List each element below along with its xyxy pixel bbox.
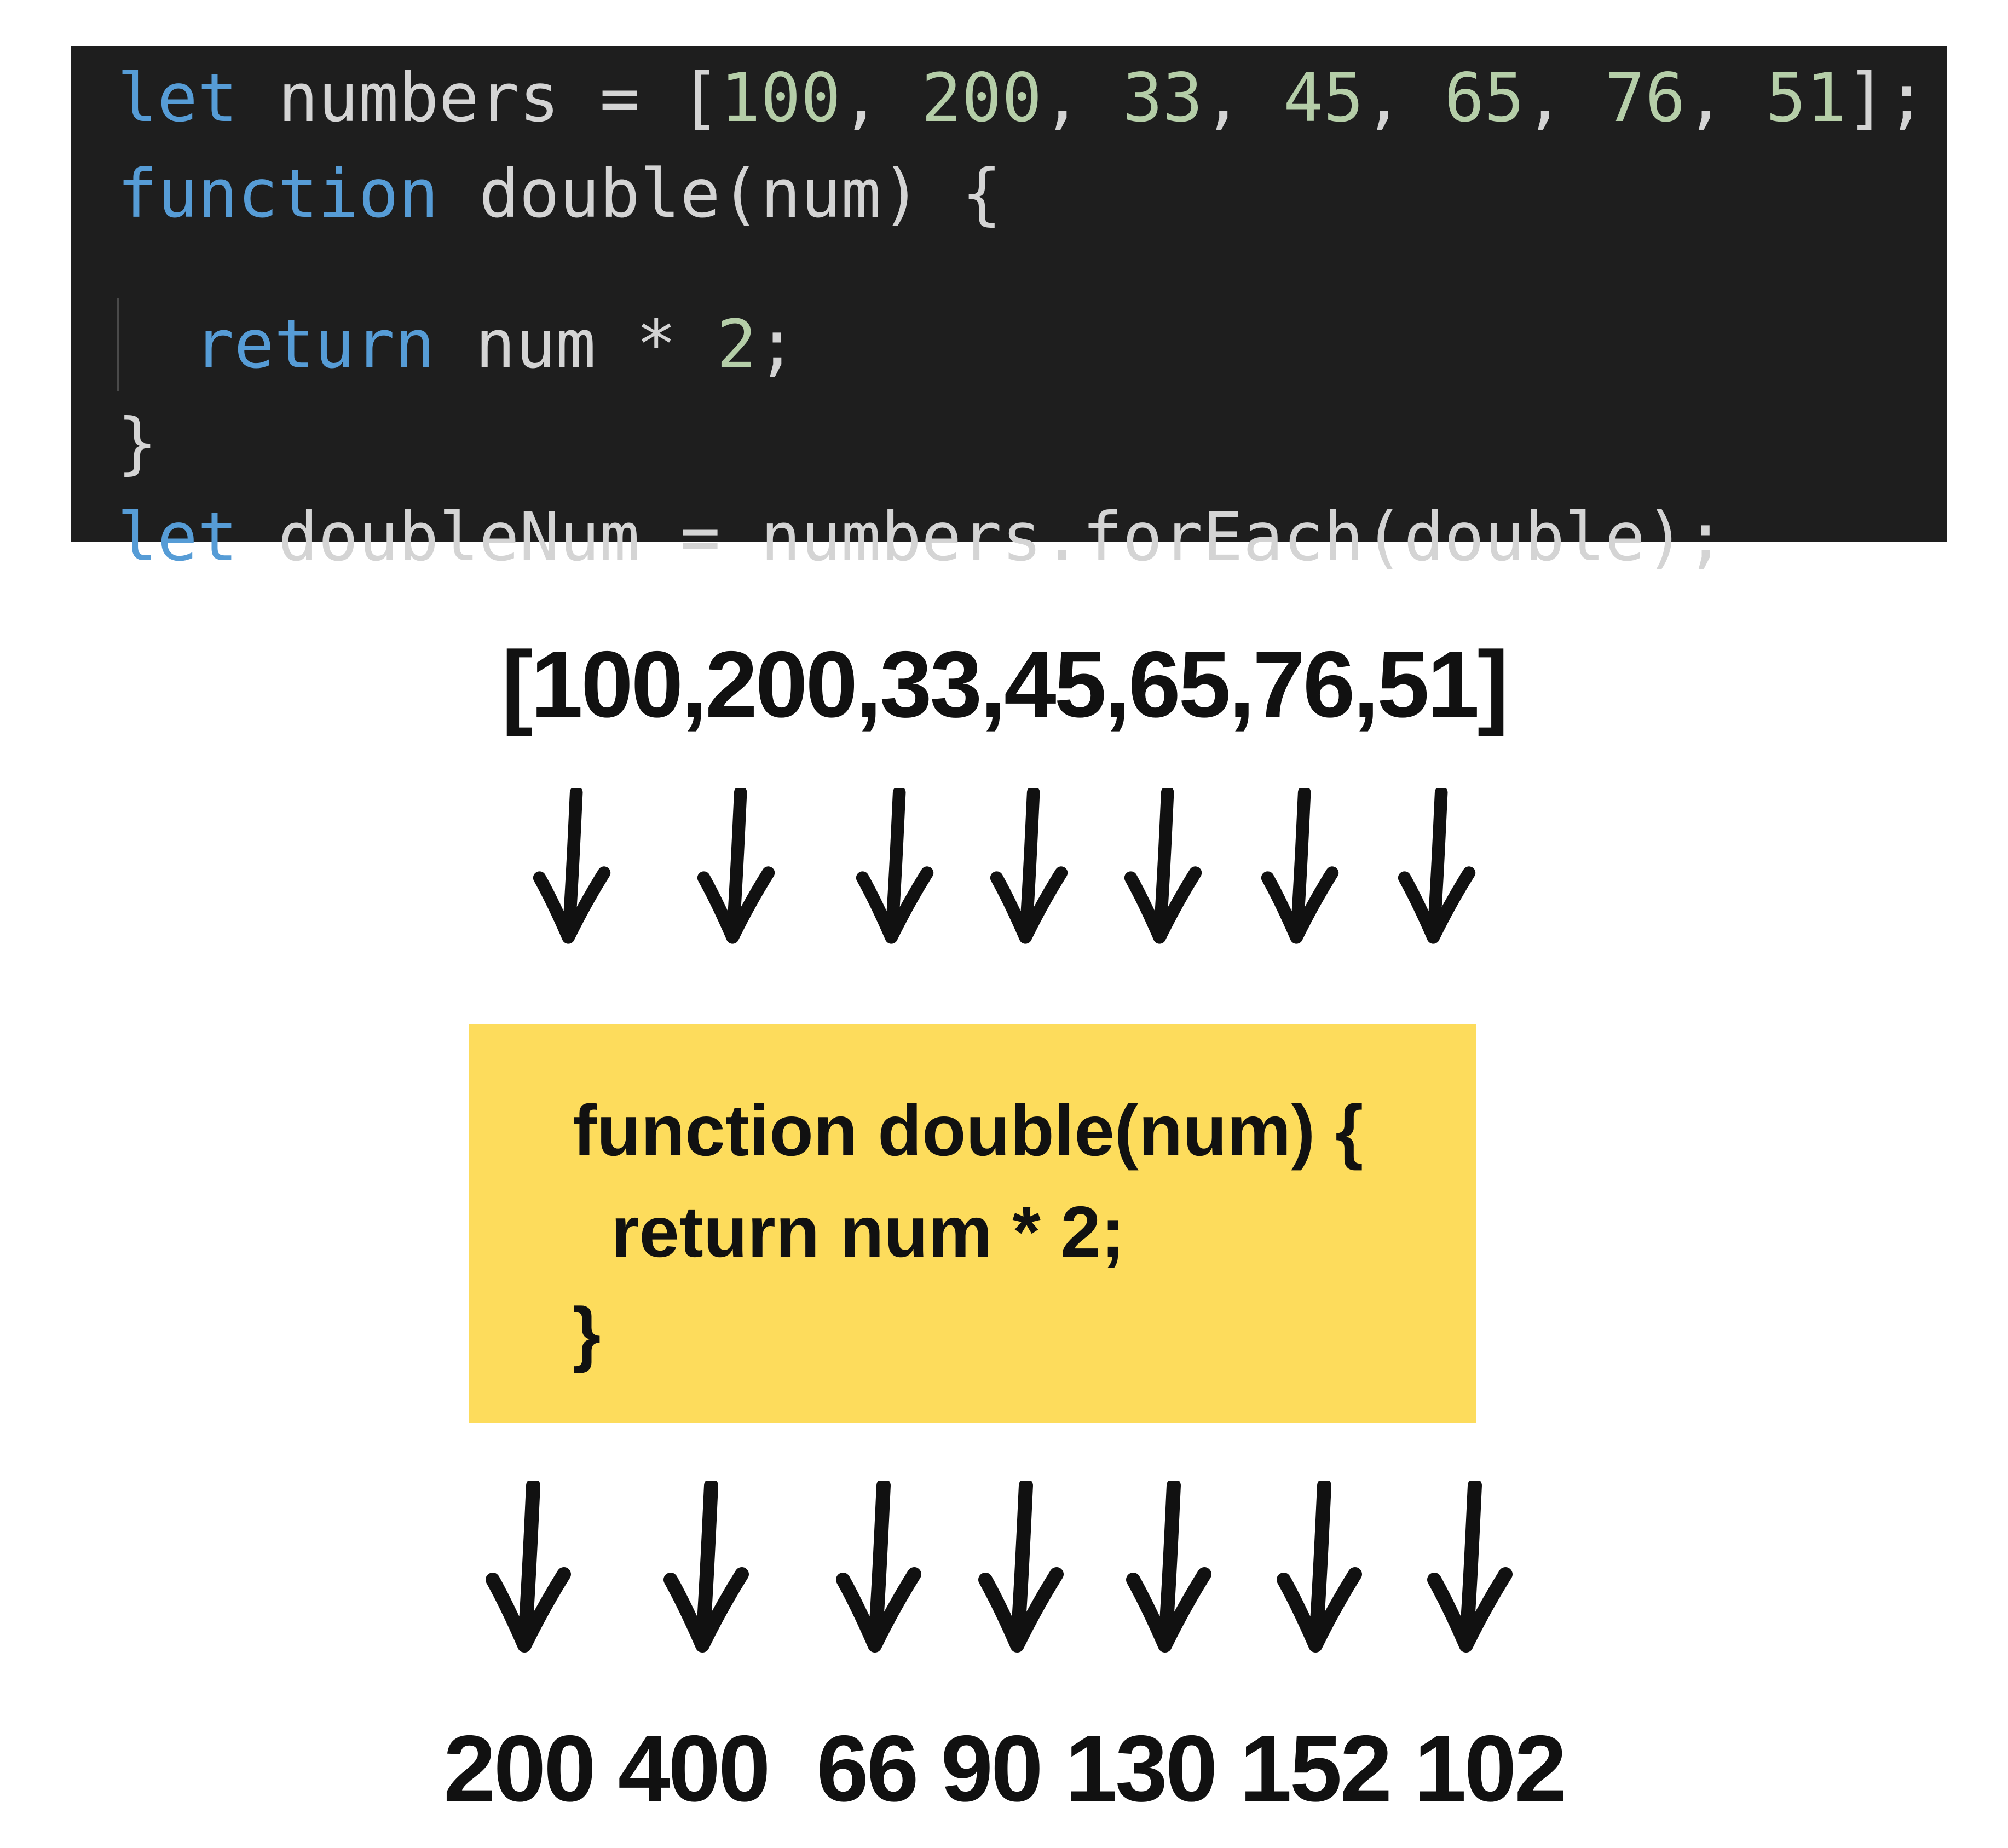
number-literal: 2	[716, 306, 757, 383]
input-array-label: [100,200,33,45,65,76,51]	[501, 632, 1509, 737]
semicolon: ;	[757, 306, 797, 383]
bracket-open: [	[680, 59, 720, 137]
function-box-line-3: }	[573, 1293, 601, 1373]
function-box-line-1: function double(num) {	[573, 1090, 1364, 1171]
code-editor-panel: let numbers = [100, 200, 33, 45, 65, 76,…	[71, 46, 1947, 576]
down-arrow-icon	[856, 788, 934, 944]
indent-guide	[117, 298, 119, 391]
return-expression: num *	[475, 306, 677, 383]
keyword-function: function	[117, 155, 439, 233]
array-number: 200	[921, 59, 1042, 137]
down-arrow-icon	[990, 788, 1068, 944]
down-arrow-icon	[663, 1481, 749, 1653]
down-arrow-icon	[978, 1481, 1064, 1653]
down-arrow-icon	[1277, 1481, 1362, 1653]
foreach-call: doubleNum = numbers.forEach(double);	[278, 498, 1726, 576]
down-arrow-icon	[533, 788, 611, 944]
down-arrow-icon	[1261, 788, 1339, 944]
output-values-label: 200 400 66 90 130 152 102	[443, 1716, 1567, 1821]
code-line-2: function double(num) {	[117, 147, 1002, 240]
array-number: 33	[1122, 59, 1203, 137]
down-arrow-icon	[697, 788, 775, 944]
identifier-numbers: numbers	[278, 59, 559, 137]
arrow-row-top	[0, 788, 2008, 964]
code-line-4: }	[117, 396, 157, 490]
down-arrow-icon	[1124, 788, 1202, 944]
function-box-line-2: return num * 2;	[611, 1191, 1125, 1272]
down-arrow-icon	[836, 1481, 921, 1653]
keyword-let: let	[117, 59, 238, 137]
down-arrow-icon	[1427, 1481, 1513, 1653]
array-number: 76	[1605, 59, 1686, 137]
code-line-1: let numbers = [100, 200, 33, 45, 65, 76,…	[117, 59, 1927, 137]
array-number: 51	[1765, 59, 1847, 137]
operator-assign: =	[599, 59, 640, 137]
array-number: 45	[1283, 59, 1364, 137]
arrow-row-bottom	[0, 1481, 2008, 1656]
keyword-return: return	[194, 306, 435, 383]
code-line-3: return num * 2;	[194, 298, 797, 391]
closing-brace: }	[117, 404, 158, 482]
array-number: 100	[720, 59, 841, 137]
function-box: function double(num) { return num * 2; }	[469, 1024, 1476, 1423]
code-line-5: let doubleNum = numbers.forEach(double);	[117, 491, 1726, 584]
array-number: 65	[1444, 59, 1525, 137]
down-arrow-icon	[1398, 788, 1476, 944]
down-arrow-icon	[486, 1481, 571, 1653]
keyword-let: let	[117, 498, 238, 576]
function-signature: double(num) {	[479, 155, 1002, 233]
down-arrow-icon	[1126, 1481, 1211, 1653]
bracket-close: ];	[1846, 59, 1927, 137]
